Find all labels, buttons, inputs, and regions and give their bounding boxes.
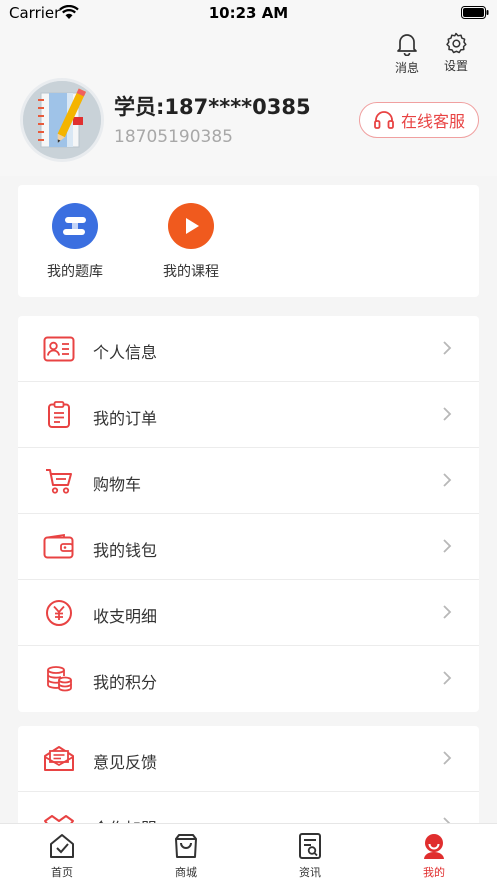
menu-label: 我的订单 [93, 409, 158, 428]
menu-label: 意见反馈 [93, 753, 158, 772]
menu-label: 我的积分 [93, 673, 158, 692]
chevron-right-icon [443, 341, 452, 355]
messages-button[interactable]: 消息 [387, 32, 427, 76]
profile-header: 消息 设置 学员:187****0385 18705190385 在线客服 [0, 26, 497, 176]
online-service-button[interactable]: 在线客服 [359, 102, 479, 138]
settings-label: 设置 [443, 59, 468, 73]
question-bank-icon [52, 203, 98, 249]
home-icon [50, 834, 74, 858]
tab-label: 资讯 [299, 866, 321, 879]
shopping-bag-icon [175, 834, 197, 858]
menu-row-orders[interactable]: 我的订单 [18, 382, 479, 448]
chevron-right-icon [443, 407, 452, 421]
tab-home[interactable]: 首页 [27, 832, 97, 880]
tab-label: 首页 [51, 866, 73, 879]
question-bank-label: 我的题库 [47, 264, 103, 280]
menu-list: 个人信息 我的订单 购物车 我的钱包 收支明细 我的积分 [18, 316, 479, 712]
menu-row-feedback[interactable]: 意见反馈 [18, 726, 479, 792]
tab-news[interactable]: 资讯 [275, 832, 345, 880]
chevron-right-icon [443, 605, 452, 619]
tab-label: 商城 [175, 866, 197, 879]
play-course-icon [168, 203, 214, 249]
user-phone: 18705190385 [114, 127, 233, 147]
clock: 10:23 AM [208, 4, 289, 22]
my-courses-button[interactable]: 我的课程 [146, 203, 236, 281]
menu-row-transactions[interactable]: 收支明细 [18, 580, 479, 646]
online-service-label: 在线客服 [400, 112, 465, 131]
menu-label: 购物车 [93, 475, 142, 494]
gear-icon [446, 32, 467, 54]
chevron-right-icon [443, 671, 452, 685]
quick-access-card: 我的题库 我的课程 [18, 185, 479, 297]
settings-button[interactable]: 设置 [436, 32, 476, 74]
menu-row-points[interactable]: 我的积分 [18, 646, 479, 712]
tab-mall[interactable]: 商城 [151, 832, 221, 880]
avatar[interactable] [20, 78, 104, 162]
battery-icon [461, 6, 489, 19]
question-bank-button[interactable]: 我的题库 [30, 203, 120, 281]
menu-row-personal-info[interactable]: 个人信息 [18, 316, 479, 382]
user-name: 学员:187****0385 [114, 95, 311, 119]
tab-mine[interactable]: 我的 [399, 832, 469, 880]
profile-icon [424, 834, 444, 859]
messages-label: 消息 [394, 61, 419, 75]
chevron-right-icon [443, 473, 452, 487]
my-courses-label: 我的课程 [163, 264, 219, 280]
menu-label: 个人信息 [93, 343, 158, 362]
menu-row-wallet[interactable]: 我的钱包 [18, 514, 479, 580]
feedback-mail-icon [42, 744, 76, 774]
wallet-icon [42, 532, 76, 562]
notebook-pencil-icon [23, 81, 101, 159]
coin-stack-icon [42, 664, 76, 694]
status-bar: Carrier 10:23 AM [0, 0, 497, 26]
shopping-cart-icon [42, 466, 76, 496]
menu-row-cart[interactable]: 购物车 [18, 448, 479, 514]
id-card-icon [42, 334, 76, 364]
menu-label: 我的钱包 [93, 541, 158, 560]
chevron-right-icon [443, 539, 452, 553]
menu-list-secondary: 意见反馈 合作加盟 [18, 726, 479, 838]
chevron-right-icon [443, 751, 452, 765]
tab-bar: 首页 商城 资讯 我的 [0, 823, 497, 883]
bell-icon [397, 34, 417, 56]
news-icon [299, 833, 321, 859]
tab-label: 我的 [423, 866, 445, 879]
menu-label: 收支明细 [93, 607, 158, 626]
headset-icon [374, 111, 394, 129]
order-clipboard-icon [42, 400, 76, 430]
yen-coin-icon [42, 598, 76, 628]
